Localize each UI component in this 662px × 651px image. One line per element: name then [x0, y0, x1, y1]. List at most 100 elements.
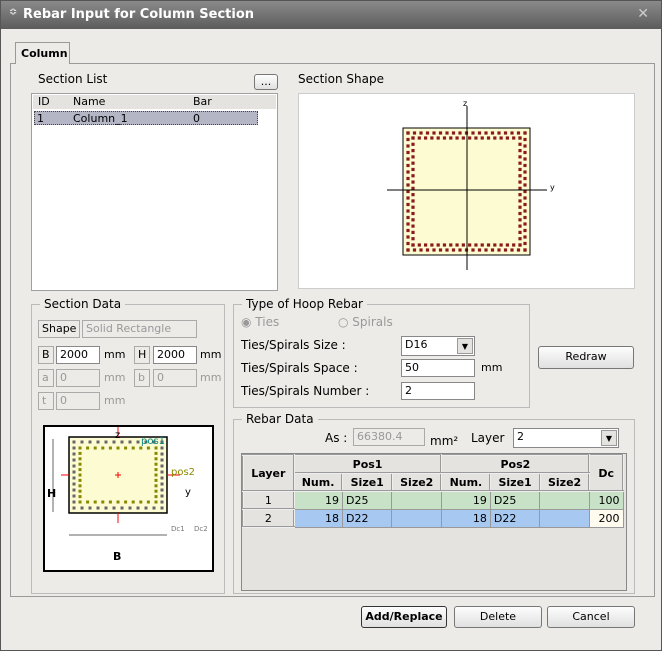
cell-num2[interactable]: 19 — [440, 490, 491, 510]
b-input[interactable]: 2000 — [56, 346, 100, 364]
cell-layer[interactable]: 1 — [242, 490, 295, 510]
cell-size2-2[interactable] — [539, 508, 590, 528]
cell-num1[interactable]: 18 — [293, 508, 343, 528]
rebar-dot — [480, 136, 484, 140]
size-select[interactable]: D16 ▼ — [401, 336, 475, 356]
cell-layer[interactable]: 2 — [242, 508, 295, 528]
cell-size2-1[interactable] — [391, 490, 442, 510]
cancel-button[interactable]: Cancel — [547, 606, 635, 628]
delete-button[interactable]: Delete — [454, 606, 542, 628]
more-button[interactable]: ... — [254, 74, 278, 90]
cell-size1-2[interactable]: D25 — [489, 490, 541, 510]
rebar-dot — [451, 248, 456, 252]
number-input[interactable]: 2 — [401, 382, 475, 400]
cell-size1-2[interactable]: D22 — [489, 508, 541, 528]
cell-num2[interactable]: 18 — [440, 508, 491, 528]
a-unit: mm — [104, 371, 126, 384]
section-list-label: Section List — [38, 72, 108, 86]
rebar-dot — [160, 458, 164, 462]
rebar-dot — [518, 230, 522, 235]
rebar-dot — [72, 440, 76, 444]
rebar-dot — [160, 452, 164, 456]
cell-size2-1[interactable] — [391, 508, 442, 528]
space-input[interactable]: 50 — [401, 359, 475, 377]
rebar-dot — [152, 506, 156, 510]
rebar-dot — [455, 243, 459, 247]
rebar-dot — [96, 506, 100, 510]
cell-size1-1[interactable]: D25 — [341, 490, 393, 510]
chevron-down-icon[interactable]: ▼ — [457, 338, 473, 354]
cell-num1[interactable]: 19 — [293, 490, 343, 510]
layer-select[interactable]: 2 ▼ — [513, 428, 619, 448]
add-replace-button[interactable]: Add/Replace — [361, 606, 447, 628]
cell-dc[interactable]: 200 — [588, 508, 624, 528]
header-size2-2: Size2 — [538, 472, 591, 492]
cell-dc[interactable]: 100 — [588, 490, 624, 510]
number-label: Ties/Spirals Number : — [241, 384, 370, 398]
col-id[interactable]: ID — [38, 95, 50, 108]
b-dim-label: B — [113, 550, 122, 563]
ties-radio[interactable]: ◉ Ties — [241, 315, 279, 329]
rebar-dot — [101, 500, 105, 504]
rebar-dot — [411, 142, 415, 146]
rebar-dot — [430, 243, 434, 247]
rebar-input-dialog: ≎ Rebar Input for Column Section ✕ Column … — [0, 0, 662, 651]
rebar-dot — [154, 489, 158, 493]
table-row[interactable]: 1 19 D25 19 D25 100 — [242, 490, 624, 510]
rebar-dot — [411, 174, 415, 178]
rebar-dot — [72, 452, 76, 456]
rebar-data-label: Rebar Data — [242, 412, 318, 426]
h-input[interactable]: 2000 — [153, 346, 197, 364]
rebar-dot — [154, 478, 158, 482]
rebar-dot — [154, 500, 158, 504]
rebar-dot — [442, 136, 447, 140]
col-bar[interactable]: Bar — [193, 95, 212, 108]
tab-column[interactable]: Column — [15, 42, 70, 64]
rebar-dot — [139, 500, 143, 504]
list-item[interactable]: 1 Column_1 0 — [34, 111, 258, 125]
cell-size2-2[interactable] — [539, 490, 590, 510]
rebar-dot — [108, 446, 112, 450]
redraw-button[interactable]: Redraw — [538, 346, 634, 369]
h-dim-label: H — [47, 487, 57, 500]
chevron-down-icon[interactable]: ▼ — [601, 430, 617, 446]
rebar-dot — [72, 500, 76, 504]
rebar-dot — [112, 506, 116, 510]
shape-label: Shape — [38, 320, 80, 338]
rebar-dot — [406, 150, 410, 155]
rebar-dot — [455, 136, 459, 140]
rebar-dot — [93, 446, 97, 450]
header-num2: Num. — [440, 472, 492, 492]
rebar-dot — [160, 470, 164, 474]
rebar-dot — [406, 170, 410, 174]
close-icon[interactable]: ✕ — [637, 6, 649, 22]
cell-size1-1[interactable]: D22 — [341, 508, 393, 528]
row-id: 1 — [37, 112, 44, 125]
rebar-dot — [154, 462, 158, 466]
window-title: Rebar Input for Column Section — [23, 7, 255, 22]
table-row[interactable]: 2 18 D22 18 D22 200 — [242, 508, 624, 528]
rebar-dot — [406, 222, 410, 226]
rebar-dot — [78, 462, 82, 466]
col-name[interactable]: Name — [73, 95, 105, 108]
spirals-radio[interactable]: ○ Spirals — [338, 315, 393, 329]
rebar-dot — [518, 237, 522, 241]
rebar-dot — [490, 131, 495, 135]
rebar-dot — [160, 506, 164, 510]
rebar-dot — [518, 136, 522, 140]
collapse-icon[interactable]: ≎ — [9, 7, 17, 18]
header-size1-2: Size1 — [489, 472, 541, 492]
rebar-dot — [154, 495, 158, 499]
rebar-dot — [468, 243, 472, 247]
rebar-dot — [445, 248, 449, 252]
rebar-dot — [477, 248, 482, 252]
as-label: As : — [325, 431, 348, 445]
rebar-dot — [505, 243, 510, 247]
rebar-dot — [406, 202, 410, 207]
layer-label: Layer — [471, 431, 505, 445]
rebar-dot — [518, 155, 522, 159]
rebar-dot — [468, 136, 472, 140]
rebar-dot — [160, 500, 164, 504]
rebar-dot — [116, 500, 120, 504]
rebar-dot — [124, 500, 128, 504]
